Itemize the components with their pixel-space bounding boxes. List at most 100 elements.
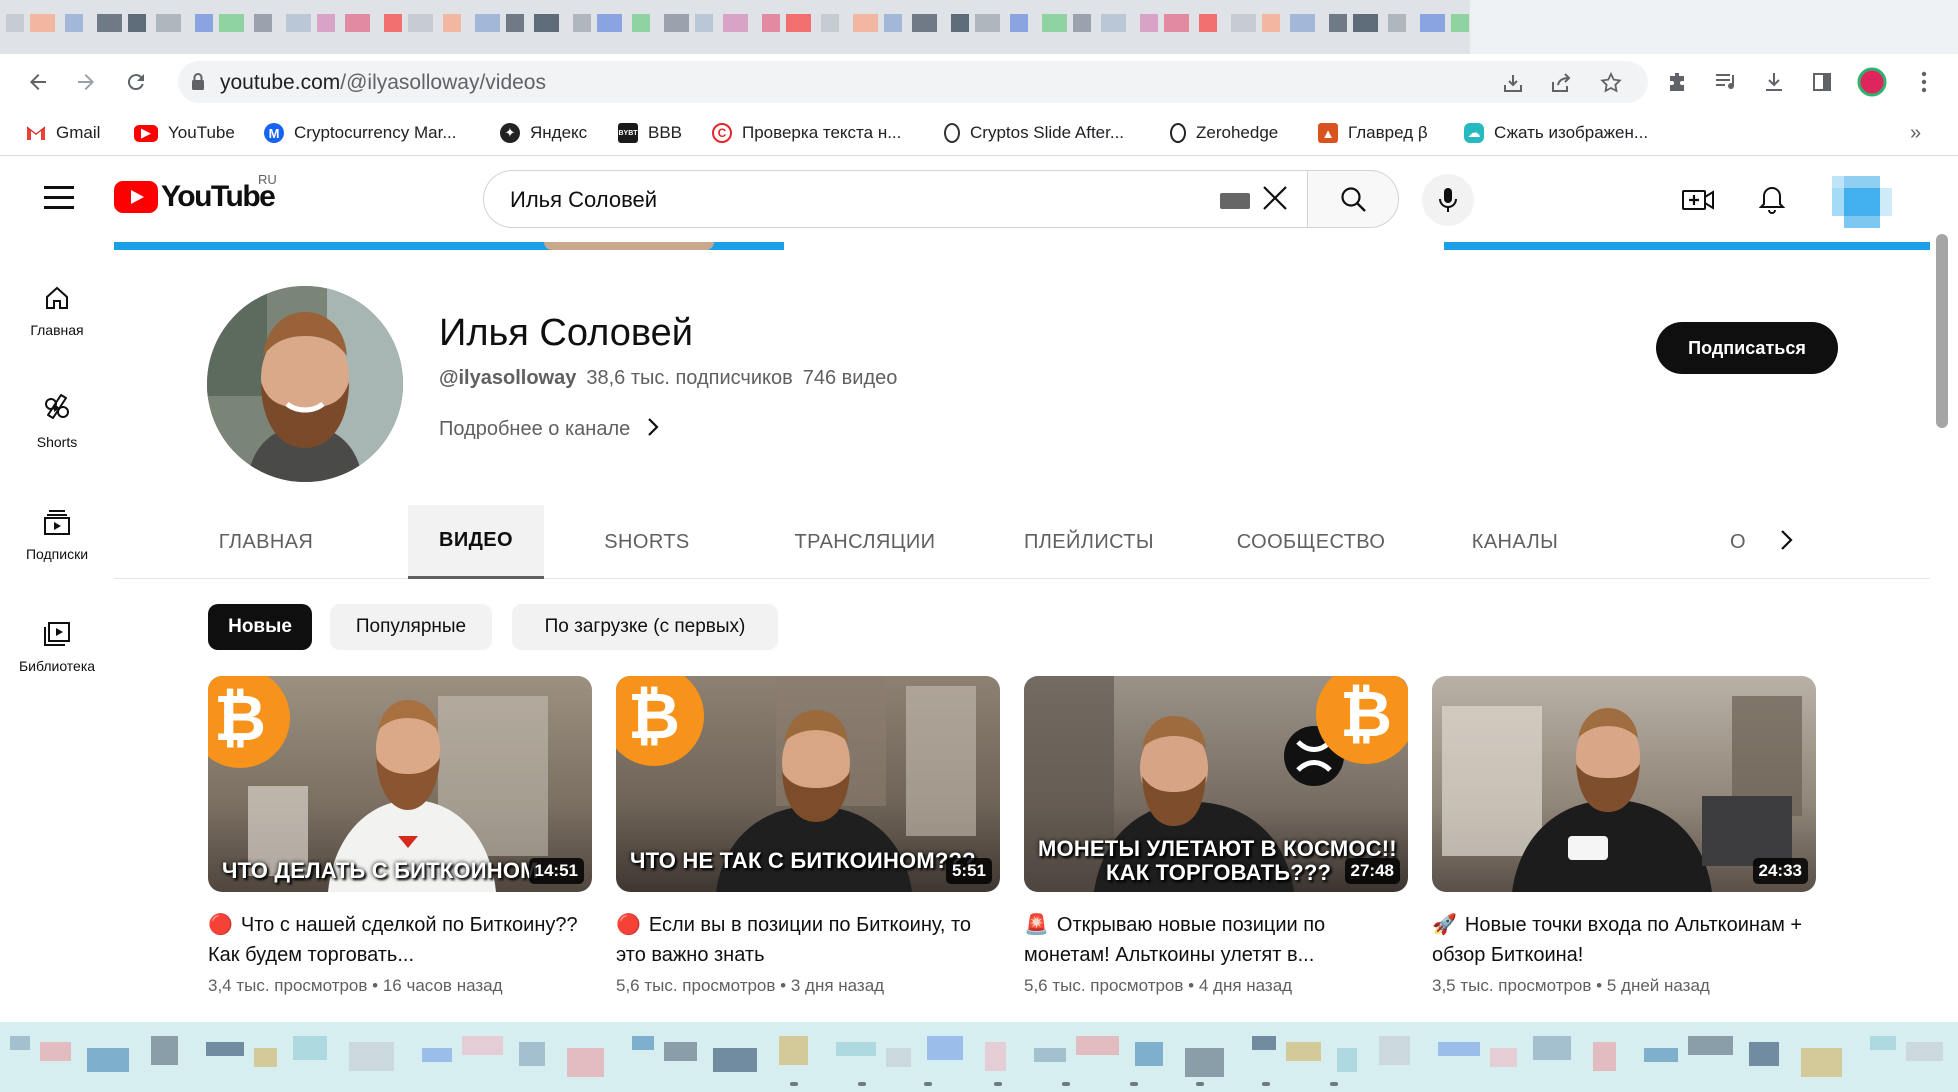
bookmark-glavred[interactable]: ▲ Главред β <box>1318 120 1428 146</box>
blurred-tab-pixel <box>1451 14 1469 32</box>
blurred-tab-pixel <box>1231 14 1256 32</box>
blurred-tab-pixel <box>1353 14 1378 32</box>
video-title-text: Если вы в позиции по Биткоину, то это ва… <box>616 914 972 966</box>
tab-shorts[interactable]: SHORTS <box>572 505 722 579</box>
guide-item-subscriptions[interactable]: Подписки <box>0 492 114 582</box>
extensions-icon[interactable] <box>1662 66 1694 98</box>
bookmark-compress-image[interactable]: ☁ Сжать изображен... <box>1464 120 1648 146</box>
bookmark-coinmarketcap[interactable]: M Cryptocurrency Mar... <box>264 120 457 146</box>
page-scrollbar[interactable] <box>1936 234 1948 428</box>
taskbar-running-indicator <box>994 1082 1002 1086</box>
upload-age: 16 часов назад <box>382 976 503 995</box>
bookmark-bbb[interactable]: BYBT BBB <box>618 120 682 146</box>
bookmark-cryptos-slide[interactable]: Cryptos Slide After... <box>944 120 1124 146</box>
tab-videos[interactable]: ВИДЕО <box>408 505 544 579</box>
tab-playlists[interactable]: ПЛЕЙЛИСТЫ <box>994 505 1184 579</box>
reload-button[interactable] <box>120 66 152 98</box>
bookmark-gmail[interactable]: Gmail <box>26 120 100 146</box>
bookmark-label: Яндекс <box>530 123 588 142</box>
blurred-tab-pixel <box>1290 14 1315 32</box>
tabs-scroll-right-button[interactable] <box>1778 527 1794 560</box>
media-controls-icon[interactable] <box>1710 66 1742 98</box>
blurred-tab-pixel <box>1388 14 1406 32</box>
chip-popular[interactable]: Популярные <box>330 604 492 650</box>
taskbar-running-indicator <box>1330 1082 1338 1086</box>
guide-item-shorts[interactable]: Shorts <box>0 380 114 470</box>
view-count: 3,4 тыс. просмотров <box>208 976 368 995</box>
blurred-tab-pixel <box>286 14 311 32</box>
video-card[interactable]: ₿ ЧТО ДЕЛАТЬ С БИТКОИНОМ 14:51 🔴 Что с на… <box>208 676 592 996</box>
guide-item-home[interactable]: Главная <box>0 268 114 358</box>
install-app-icon[interactable] <box>1500 70 1526 96</box>
video-title[interactable]: 🚨 Открываю новые позиции по монетам! Альт… <box>1024 910 1408 970</box>
video-thumbnail[interactable]: ₿ ЧТО НЕ ТАК С БИТКОИНОМ??? 5:51 <box>616 676 1000 892</box>
video-thumbnail[interactable]: ₿ ЧТО ДЕЛАТЬ С БИТКОИНОМ 14:51 <box>208 676 592 892</box>
youtube-header: YouTube RU Илья Соловей <box>0 156 1958 242</box>
back-button[interactable] <box>22 66 54 98</box>
channel-avatar[interactable] <box>207 286 403 482</box>
bookmark-label: Сжать изображен... <box>1494 123 1649 142</box>
video-duration: 5:51 <box>945 858 992 884</box>
bookmark-label: Главред β <box>1348 123 1428 142</box>
view-count: 5,6 тыс. просмотров <box>1024 976 1184 995</box>
notifications-button[interactable] <box>1752 180 1792 220</box>
blurred-tab-pixel <box>475 14 500 32</box>
channel-about-link[interactable]: Подробнее о канале <box>439 414 660 445</box>
blurred-tab-pixel <box>597 14 622 32</box>
bookmarks-overflow-button[interactable]: » <box>1910 120 1921 146</box>
guide-item-library[interactable]: Библиотека <box>0 604 114 694</box>
video-card[interactable]: ₿ МОНЕТЫ УЛЕТАЮТ В КОСМОС!! КАК ТОРГОВАТ… <box>1024 676 1408 996</box>
keyboard-icon[interactable] <box>1220 193 1250 209</box>
bookmark-zerohedge[interactable]: Zerohedge <box>1170 120 1278 146</box>
guide-item-label: Подписки <box>25 546 89 562</box>
bookmark-youtube[interactable]: ▶ YouTube <box>134 120 235 146</box>
guide-menu-icon[interactable] <box>44 186 74 210</box>
tab-channels[interactable]: КАНАЛЫ <box>1432 505 1598 579</box>
channel-meta: @ilyasolloway 38,6 тыс. подписчиков 746 ви… <box>439 367 897 390</box>
bookmark-yandex[interactable]: ✦ Яндекс <box>500 120 587 146</box>
downloads-icon[interactable] <box>1758 66 1790 98</box>
video-thumbnail[interactable]: ₿ МОНЕТЫ УЛЕТАЮТ В КОСМОС!! КАК ТОРГОВАТ… <box>1024 676 1408 892</box>
video-title[interactable]: 🔴 Что с нашей сделкой по Биткоину?? Как б… <box>208 910 592 970</box>
browser-menu-icon[interactable] <box>1908 66 1940 98</box>
video-card[interactable]: ₿ ЧТО НЕ ТАК С БИТКОИНОМ??? 5:51 🔴 Если в… <box>616 676 1000 996</box>
tab-about[interactable]: О <box>1718 505 1758 579</box>
address-bar[interactable]: youtube.com/@ilyasolloway/videos <box>178 61 1648 103</box>
subscribe-button[interactable]: Подписаться <box>1656 322 1838 374</box>
blurred-tab-pixel <box>506 14 524 32</box>
chip-newest[interactable]: Новые <box>208 604 312 650</box>
tab-community[interactable]: СООБЩЕСТВО <box>1212 505 1410 579</box>
blurred-tab-pixel <box>975 14 1000 32</box>
bookmark-star-icon[interactable] <box>1598 70 1624 96</box>
video-title[interactable]: 🚀 Новые точки входа по Альткоинам + обзор… <box>1432 910 1816 970</box>
siren-icon: 🚨 <box>1024 914 1049 936</box>
zerohedge-icon <box>1170 123 1186 143</box>
video-thumbnail[interactable]: 24:33 <box>1432 676 1816 892</box>
profile-avatar-icon[interactable] <box>1856 66 1888 98</box>
video-card[interactable]: 24:33 🚀 Новые точки входа по Альткоинам +… <box>1432 676 1816 996</box>
os-taskbar <box>0 1022 1958 1092</box>
search-button[interactable] <box>1307 170 1399 228</box>
tab-home[interactable]: ГЛАВНАЯ <box>198 505 334 579</box>
bookmark-text-check[interactable]: C Проверка текста н... <box>712 120 901 146</box>
tab-live[interactable]: ТРАНСЛЯЦИИ <box>760 505 970 579</box>
voice-search-button[interactable] <box>1422 174 1474 226</box>
clear-search-icon[interactable] <box>1260 183 1290 218</box>
thumbnail-caption: ЧТО НЕ ТАК С БИТКОИНОМ??? <box>630 848 976 873</box>
youtube-logo[interactable]: YouTube RU <box>114 172 277 214</box>
blurred-tab-pixel <box>345 14 370 32</box>
video-title[interactable]: 🔴 Если вы в позиции по Биткоину, то это в… <box>616 910 1000 970</box>
youtube-play-icon <box>114 181 158 213</box>
side-panel-icon[interactable] <box>1806 66 1838 98</box>
search-input[interactable]: Илья Соловей <box>483 170 1307 228</box>
account-avatar[interactable] <box>1832 176 1892 228</box>
chip-oldest[interactable]: По загрузке (с первых) <box>512 604 778 650</box>
forward-button[interactable] <box>70 66 102 98</box>
create-video-button[interactable] <box>1678 180 1718 220</box>
blurred-tab-pixel <box>534 14 559 32</box>
share-icon[interactable] <box>1548 70 1574 96</box>
upload-age: 3 дня назад <box>790 976 885 995</box>
channel-about-label: Подробнее о канале <box>439 418 631 440</box>
blurred-tab-pixel <box>632 14 650 32</box>
blurred-tab-pixel <box>1140 14 1158 32</box>
